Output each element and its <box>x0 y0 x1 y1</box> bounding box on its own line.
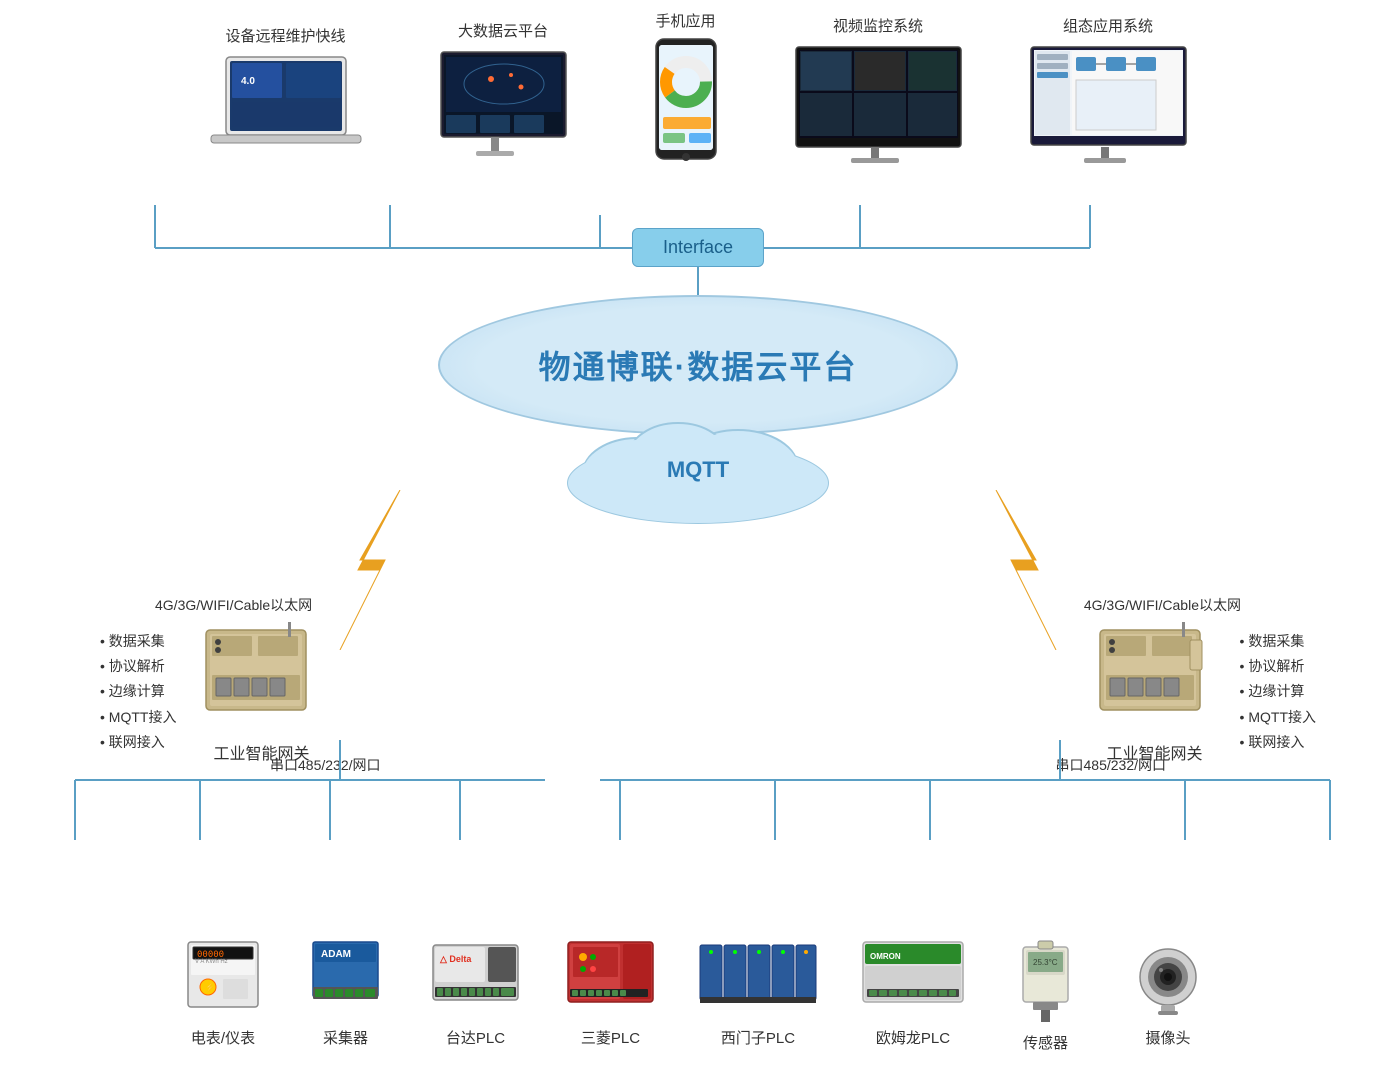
interface-box: Interface <box>632 228 764 267</box>
mqtt-label: MQTT <box>667 457 729 483</box>
cloud-platform-text: 物通博联·数据云平台 <box>539 342 858 388</box>
connection-lines <box>0 0 1396 1073</box>
interface-label: Interface <box>663 237 733 257</box>
lightning-left <box>320 490 450 655</box>
mqtt-area: MQTT <box>598 420 798 510</box>
diagram-container: 设备远程维护快线 4.0 大数据云平台 <box>0 0 1396 1073</box>
lightning-right <box>946 490 1076 655</box>
